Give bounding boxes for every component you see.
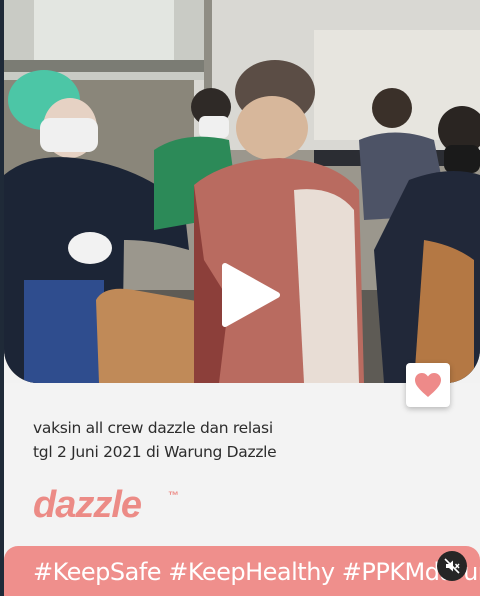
- hashtags-text: #KeepSafe #KeepHealthy #PPKMdarurat: [33, 558, 480, 586]
- right-edge: [480, 0, 484, 596]
- play-button[interactable]: [216, 262, 282, 328]
- heart-icon: [415, 373, 441, 397]
- caption-line: tgl 2 Juni 2021 di Warung Dazzle: [33, 443, 277, 461]
- caption-line: vaksin all crew dazzle dan relasi: [33, 419, 273, 437]
- hashtag-banner: #KeepSafe #KeepHealthy #PPKMdarurat: [4, 546, 480, 596]
- video-player[interactable]: [4, 0, 480, 383]
- play-icon: [222, 263, 280, 327]
- like-button[interactable]: [406, 363, 450, 407]
- brand-logo: dazzle: [33, 484, 142, 526]
- post-caption: vaksin all crew dazzle dan relasi tgl 2 …: [33, 416, 413, 464]
- trademark-symbol: ™: [168, 490, 179, 502]
- speaker-muted-icon: [444, 558, 460, 574]
- mute-button[interactable]: [437, 551, 467, 581]
